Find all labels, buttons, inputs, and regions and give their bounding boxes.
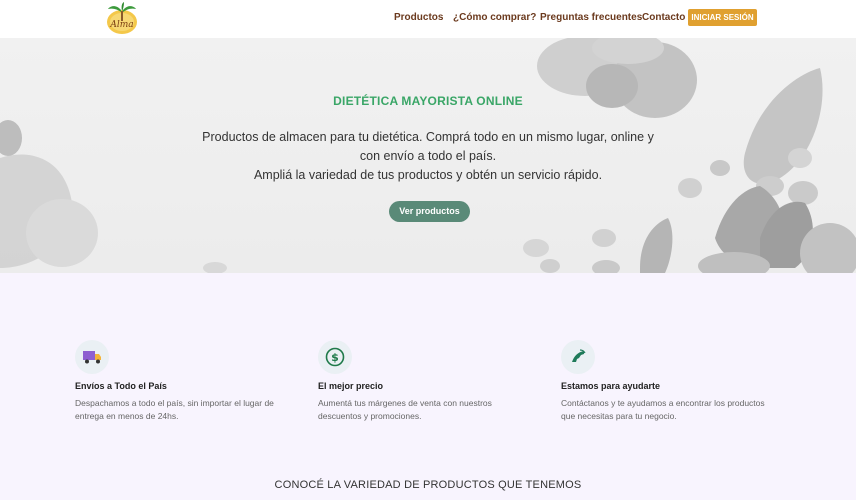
nav-productos[interactable]: Productos [394, 12, 443, 23]
hero-banner: DIETÉTICA MAYORISTA ONLINE Productos de … [0, 38, 856, 273]
svg-text:$: $ [331, 351, 339, 364]
nav-preguntas-frecuentes[interactable]: Preguntas frecuentes [540, 12, 642, 23]
nav-como-comprar[interactable]: ¿Cómo comprar? [453, 12, 536, 23]
site-header: Alma Productos ¿Cómo comprar? Preguntas … [0, 0, 856, 38]
svg-text:Alma: Alma [109, 20, 133, 30]
feature-text: Despachamos a todo el país, sin importar… [75, 398, 274, 421]
dollar-icon: $ [318, 340, 352, 374]
login-button[interactable]: INICIAR SESIÓN [688, 9, 757, 26]
feature-title: El mejor precio [318, 381, 384, 391]
feature-text: Aumentá tus márgenes de venta con nuestr… [318, 398, 492, 421]
feature-title: Estamos para ayudarte [561, 381, 661, 391]
products-section-title: CONOCÉ LA VARIEDAD DE PRODUCTOS QUE TENE… [274, 479, 582, 491]
truck-icon [75, 340, 109, 374]
feature-envios: Envíos a Todo el País Despachamos a todo… [75, 340, 290, 423]
nav-contacto[interactable]: Contacto [642, 12, 685, 23]
hero-description: Productos de almacen para tu dietética. … [202, 130, 654, 163]
hero-title: DIETÉTICA MAYORISTA ONLINE [333, 94, 523, 108]
ver-productos-button[interactable]: Ver productos [389, 201, 470, 222]
feature-ayuda: Estamos para ayudarte Contáctanos y te a… [561, 340, 776, 423]
feature-precio: $ El mejor precio Aumentá tus márgenes d… [318, 340, 533, 423]
hero-subdescription: Ampliá la variedad de tus productos y ob… [253, 168, 603, 182]
feature-text: Contáctanos y te ayudamos a encontrar lo… [561, 398, 765, 421]
alma-logo[interactable]: Alma [104, 2, 140, 36]
feature-title: Envíos a Todo el País [75, 381, 167, 391]
phone-icon [561, 340, 595, 374]
